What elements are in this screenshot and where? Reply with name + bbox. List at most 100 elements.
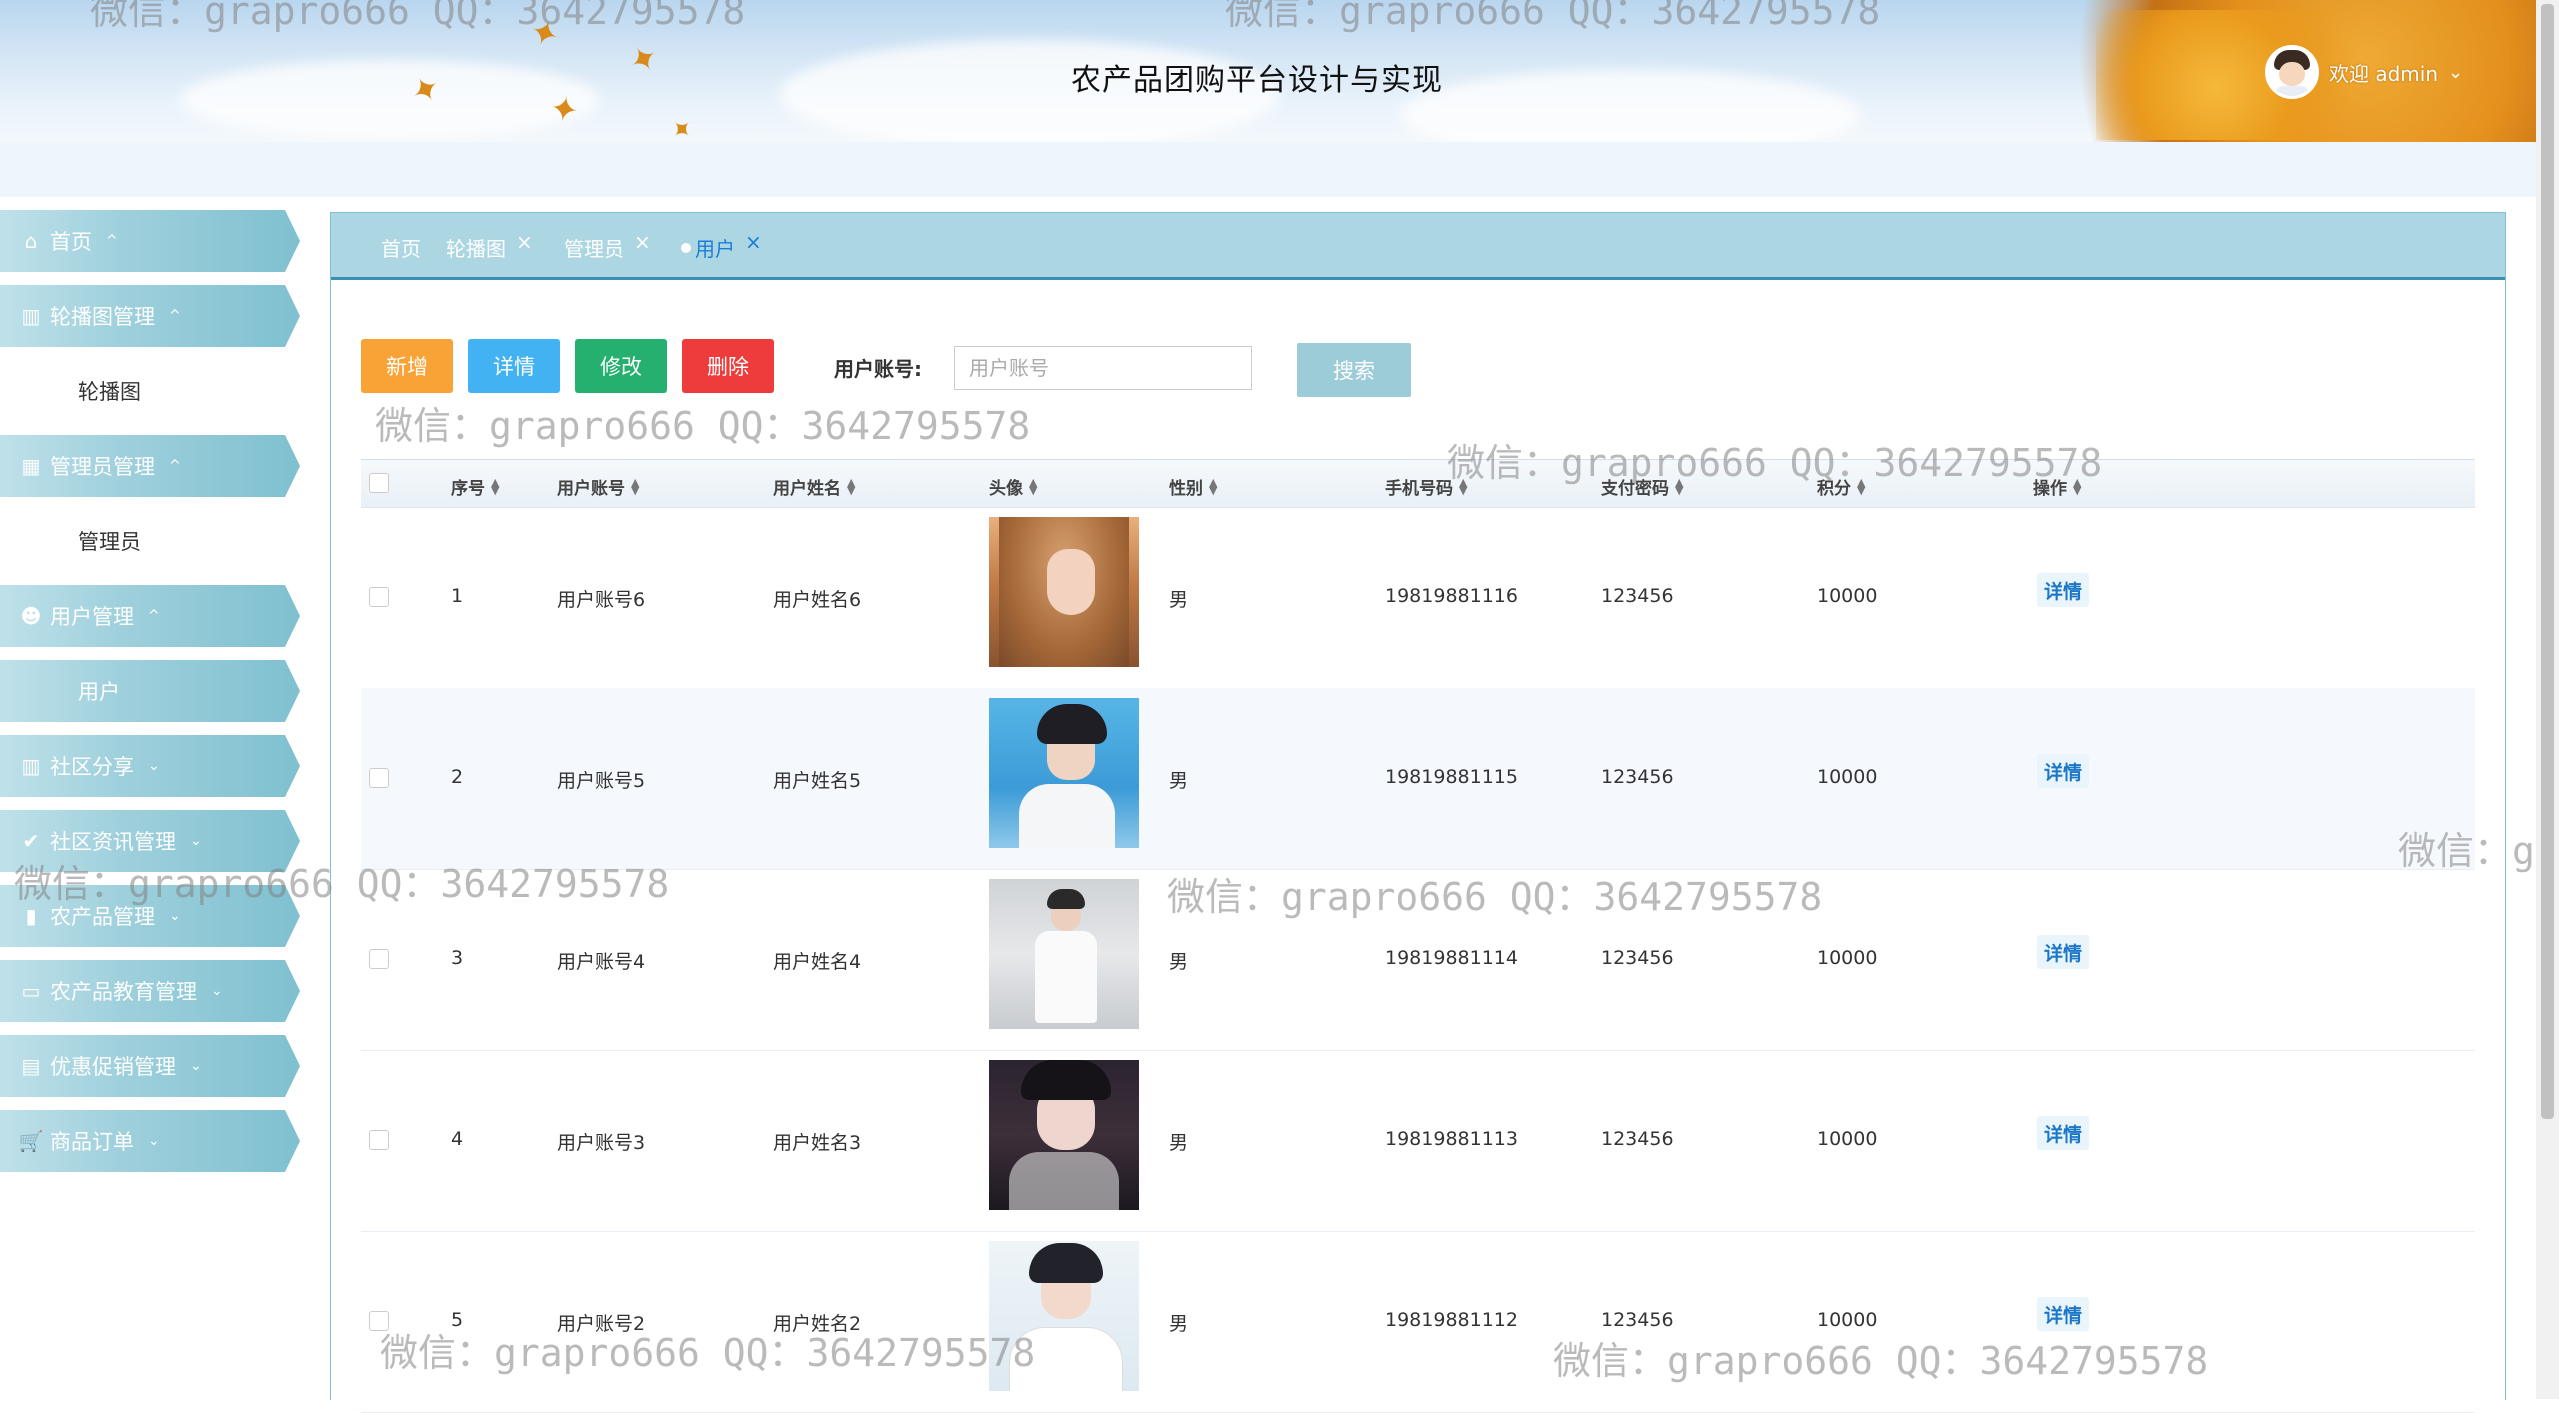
sort-icon[interactable]: ▲ ▼ bbox=[2073, 477, 2081, 496]
column-header[interactable]: 性别 ▲ ▼ bbox=[1169, 474, 1217, 500]
row-checkbox[interactable] bbox=[369, 1130, 389, 1150]
tab-admin[interactable]: 管理员 × bbox=[564, 230, 651, 262]
sidebar-item-label: 社区资讯管理 bbox=[50, 830, 176, 854]
column-header[interactable]: 序号 ▲ ▼ bbox=[451, 474, 499, 500]
row-checkbox[interactable] bbox=[369, 1311, 389, 1331]
cart-icon: 🛒 bbox=[18, 1129, 44, 1153]
avatar[interactable] bbox=[2265, 45, 2319, 99]
sidebar-menu-item[interactable]: ▤ 优惠促销管理 ⌄ bbox=[0, 1035, 300, 1097]
cell-phone: 19819881115 bbox=[1385, 766, 1518, 788]
row-detail-button[interactable]: 详情 bbox=[2037, 1116, 2089, 1150]
table-row[interactable]: 5 用户账号2 用户姓名2 男 19819881112 123456 10000… bbox=[361, 1231, 2475, 1413]
leaf-icon: ✦ bbox=[621, 35, 667, 85]
sidebar-menu-item[interactable]: ▥ 社区分享 ⌄ bbox=[0, 735, 300, 797]
tab-user[interactable]: 用户 × bbox=[681, 230, 762, 262]
row-checkbox[interactable] bbox=[369, 587, 389, 607]
table-row[interactable]: 3 用户账号4 用户姓名4 男 19819881114 123456 10000… bbox=[361, 869, 2475, 1051]
cell-points: 10000 bbox=[1817, 585, 1878, 607]
column-header[interactable]: 支付密码 ▲ ▼ bbox=[1601, 474, 1683, 500]
sidebar-menu-item[interactable]: ▦ 管理员管理 ^ bbox=[0, 435, 300, 497]
sort-icon[interactable]: ▲ ▼ bbox=[1209, 477, 1217, 496]
row-detail-button[interactable]: 详情 bbox=[2037, 754, 2089, 788]
sidebar-menu-item[interactable]: ▭ 农产品教育管理 ⌄ bbox=[0, 960, 300, 1022]
column-header[interactable]: 操作 ▲ ▼ bbox=[2033, 474, 2081, 500]
table-row[interactable]: 2 用户账号5 用户姓名5 男 19819881115 123456 10000… bbox=[361, 688, 2475, 870]
cell-account: 用户账号4 bbox=[557, 951, 646, 973]
select-all-checkbox[interactable] bbox=[369, 473, 389, 493]
cell-points: 10000 bbox=[1817, 1309, 1878, 1331]
search-label: 用户账号: bbox=[834, 357, 922, 381]
close-icon[interactable]: × bbox=[634, 230, 651, 254]
bookmark-icon: ▮ bbox=[25, 904, 37, 928]
row-checkbox[interactable] bbox=[369, 949, 389, 969]
row-checkbox[interactable] bbox=[369, 768, 389, 788]
column-header[interactable]: 用户姓名 ▲ ▼ bbox=[773, 474, 855, 500]
sort-icon[interactable]: ▲ ▼ bbox=[1675, 477, 1683, 496]
cell-index: 3 bbox=[451, 947, 464, 969]
cell-index: 4 bbox=[451, 1128, 464, 1150]
sort-icon[interactable]: ▲ ▼ bbox=[847, 477, 855, 496]
avatar-photo bbox=[989, 517, 1139, 667]
sidebar-submenu-item[interactable]: 轮播图 bbox=[0, 360, 300, 422]
avatar-photo bbox=[989, 698, 1139, 848]
tab-carousel[interactable]: 轮播图 × bbox=[446, 230, 533, 262]
sidebar-submenu-item[interactable]: 用户 bbox=[0, 660, 300, 722]
edit-button[interactable]: 修改 bbox=[575, 339, 667, 393]
row-detail-button[interactable]: 详情 bbox=[2037, 573, 2089, 607]
cell-name: 用户姓名4 bbox=[773, 951, 862, 973]
leaf-icon: ✦ bbox=[662, 111, 700, 142]
close-icon[interactable]: × bbox=[516, 230, 533, 254]
sidebar-submenu-item[interactable]: 管理员 bbox=[0, 510, 300, 572]
chevron-down-icon[interactable]: ⌄ bbox=[2448, 62, 2463, 83]
sidebar-menu-item[interactable]: 🛒 商品订单 ⌄ bbox=[0, 1110, 300, 1172]
chevron-down-icon: ⌄ bbox=[211, 983, 223, 999]
sidebar-item-label: 社区分享 bbox=[50, 755, 134, 779]
cell-account: 用户账号3 bbox=[557, 1132, 646, 1154]
sort-icon[interactable]: ▲ ▼ bbox=[1029, 477, 1037, 496]
sidebar-menu-item[interactable]: ☻ 用户管理 ^ bbox=[0, 585, 300, 647]
layout-icon: ▭ bbox=[21, 979, 41, 1003]
cell-name: 用户姓名2 bbox=[773, 1313, 862, 1335]
cell-gender: 男 bbox=[1169, 1313, 1189, 1335]
close-icon[interactable]: × bbox=[745, 230, 762, 254]
search-button[interactable]: 搜索 bbox=[1297, 343, 1411, 397]
page-scrollbar[interactable] bbox=[2536, 0, 2559, 1399]
cloud-decoration bbox=[1400, 70, 1860, 142]
sidebar-menu-item[interactable]: ⌂ 首页 ^ bbox=[0, 210, 300, 272]
sort-icon[interactable]: ▲ ▼ bbox=[1459, 477, 1467, 496]
column-header[interactable]: 头像 ▲ ▼ bbox=[989, 474, 1037, 500]
add-button[interactable]: 新增 bbox=[361, 339, 453, 393]
table-row[interactable]: 1 用户账号6 用户姓名6 男 19819881116 123456 10000… bbox=[361, 507, 2475, 689]
welcome-text: 欢迎 admin bbox=[2329, 61, 2439, 86]
user-icon: ☻ bbox=[20, 604, 42, 628]
cell-pay-password: 123456 bbox=[1601, 585, 1674, 607]
main-panel: 首页 轮播图 × 管理员 × 用户 × 新增 详情 修改 删除 用户账号: 搜索… bbox=[330, 212, 2506, 1413]
column-header[interactable]: 积分 ▲ ▼ bbox=[1817, 474, 1865, 500]
row-detail-button[interactable]: 详情 bbox=[2037, 935, 2089, 969]
sidebar-item-label: 轮播图 bbox=[78, 380, 141, 404]
app-title: 农产品团购平台设计与实现 bbox=[1071, 63, 1443, 98]
cell-points: 10000 bbox=[1817, 1128, 1878, 1150]
sidebar-menu-item[interactable]: ▥ 轮播图管理 ^ bbox=[0, 285, 300, 347]
cell-phone: 19819881114 bbox=[1385, 947, 1518, 969]
sort-icon[interactable]: ▲ ▼ bbox=[1857, 477, 1865, 496]
row-detail-button[interactable]: 详情 bbox=[2037, 1297, 2089, 1331]
table-row[interactable]: 4 用户账号3 用户姓名3 男 19819881113 123456 10000… bbox=[361, 1050, 2475, 1232]
tab-label: 轮播图 bbox=[446, 237, 506, 261]
tab-home[interactable]: 首页 bbox=[381, 233, 421, 262]
search-input[interactable] bbox=[954, 346, 1252, 390]
avatar-photo bbox=[989, 1241, 1139, 1391]
column-header[interactable]: 手机号码 ▲ ▼ bbox=[1385, 474, 1467, 500]
column-header[interactable]: 用户账号 ▲ ▼ bbox=[557, 474, 639, 500]
sort-icon[interactable]: ▲ ▼ bbox=[491, 477, 499, 496]
user-menu[interactable]: 欢迎 admin ⌄ bbox=[2265, 44, 2463, 100]
cell-pay-password: 123456 bbox=[1601, 1309, 1674, 1331]
sort-icon[interactable]: ▲ ▼ bbox=[631, 477, 639, 496]
cell-pay-password: 123456 bbox=[1601, 947, 1674, 969]
delete-button[interactable]: 删除 bbox=[682, 339, 774, 393]
chevron-down-icon: ⌄ bbox=[169, 908, 181, 924]
scrollbar-thumb[interactable] bbox=[2541, 4, 2554, 1119]
sidebar-menu-item[interactable]: ✔ 社区资讯管理 ⌄ bbox=[0, 810, 300, 872]
sidebar-menu-item[interactable]: ▮ 农产品管理 ⌄ bbox=[0, 885, 300, 947]
detail-button[interactable]: 详情 bbox=[468, 339, 560, 393]
